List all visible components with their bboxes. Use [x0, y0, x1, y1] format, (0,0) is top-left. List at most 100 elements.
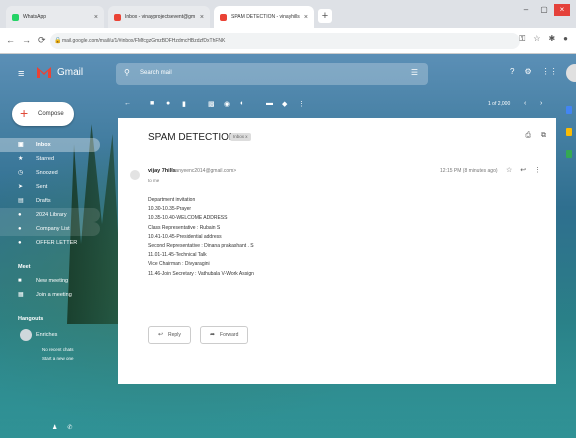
maximize-button[interactable]: ▢ [536, 4, 552, 16]
tab-label: Inbox - vinayprojectsevent@gm [125, 14, 196, 20]
keyboard-icon: ▦ [18, 292, 24, 298]
browser-tab-spam-detection[interactable]: SPAM DETECTION - vinayhills × [214, 6, 314, 28]
close-tab-icon[interactable]: × [94, 14, 98, 21]
more-options-icon[interactable]: ⋮ [534, 166, 541, 174]
search-input[interactable]: ⚲ Search mail ☰ [116, 63, 428, 85]
person-icon[interactable]: ♟ [52, 424, 57, 431]
message-toolbar: ← ■ ● ▮ ▩ ◉ ◐ ▬ ◆ ⋮ 1 of 2,000 ‹ › [116, 98, 556, 114]
start-new-chat-link[interactable]: Start a new one [0, 355, 110, 362]
key-icon[interactable]: ⚿ [519, 34, 525, 44]
star-icon[interactable]: ☆ [506, 166, 512, 174]
more-icon[interactable]: ⋮ [298, 100, 305, 108]
close-tab-icon[interactable]: × [200, 14, 204, 21]
reply-button[interactable]: ↩ Reply [148, 326, 191, 344]
new-tab-button[interactable]: + [318, 9, 332, 23]
inbox-label-chip[interactable]: Inbox x [230, 133, 251, 141]
sidebar-item-label: Company List [36, 226, 70, 232]
plus-icon: + [20, 105, 29, 121]
forward-icon: ➦ [210, 332, 216, 338]
header-actions: ? ⚙ ⋮⋮ [510, 67, 558, 76]
inbox-icon: ▣ [18, 142, 24, 148]
close-window-button[interactable]: × [554, 4, 570, 16]
sidebar-item-snoozed[interactable]: ◷ Snoozed [0, 166, 100, 180]
sidebar-item-inbox[interactable]: ▣ Inbox [0, 138, 100, 152]
browser-tab-strip: WhatsApp × Inbox - vinayprojectsevent@gm… [0, 0, 576, 28]
reload-icon[interactable]: ⟳ [38, 35, 46, 46]
labels-icon[interactable]: ◆ [282, 100, 287, 108]
keep-icon[interactable] [566, 128, 572, 136]
tab-label: WhatsApp [23, 14, 47, 20]
message-body: Department invitation 10.30-10.35-Prayer… [148, 196, 254, 279]
reply-icon[interactable]: ↩ [520, 166, 526, 174]
hangouts-user[interactable]: Enriches [0, 326, 110, 344]
sidebar-item-label: Drafts [36, 198, 51, 204]
forward-button[interactable]: ➦ Forward [200, 326, 249, 344]
sidebar-item-2024-library[interactable]: ● 2024 Library [0, 208, 100, 222]
apps-grid-icon[interactable]: ⋮⋮ [542, 67, 558, 76]
add-to-tasks-icon[interactable]: ◐ [240, 100, 244, 107]
side-panel-rail [566, 106, 576, 172]
sidebar-item-company-list[interactable]: ● Company List [0, 222, 100, 236]
move-to-icon[interactable]: ▬ [266, 100, 273, 107]
search-icon[interactable]: ⚲ [124, 68, 130, 77]
draft-icon: ▤ [18, 198, 24, 204]
search-options-icon[interactable]: ☰ [411, 68, 418, 77]
send-icon: ➤ [18, 184, 24, 190]
forward-label: Forward [220, 332, 239, 338]
compose-button[interactable]: + Compose [12, 102, 74, 126]
sidebar-item-label: Sent [36, 184, 48, 190]
extensions-icon[interactable]: ✱ [548, 34, 555, 44]
newer-icon[interactable]: ‹ [524, 100, 526, 107]
minimize-button[interactable]: – [518, 4, 534, 16]
settings-gear-icon[interactable]: ⚙ [524, 67, 531, 76]
report-spam-icon[interactable]: ● [166, 100, 170, 107]
calendar-icon[interactable] [566, 106, 572, 114]
back-icon[interactable]: ← [6, 35, 15, 46]
message-actions: ☆ ↩ ⋮ [506, 166, 541, 174]
older-icon[interactable]: › [540, 100, 542, 107]
gmail-logo-icon [37, 67, 51, 78]
label-icon: ● [18, 240, 22, 246]
archive-icon[interactable]: ■ [150, 100, 154, 107]
delete-icon[interactable]: ▮ [182, 100, 186, 108]
lock-icon: 🔒 [54, 38, 62, 44]
url-text: mail.google.com/mail/u/1/#inbox/FMfcgzGm… [62, 38, 226, 44]
close-tab-icon[interactable]: × [304, 14, 308, 21]
url-field[interactable]: 🔒 mail.google.com/mail/u/1/#inbox/FMfcgz… [50, 33, 520, 49]
bookmark-star-icon[interactable]: ☆ [533, 34, 540, 44]
message-timestamp: 12:15 PM (8 minutes ago) [440, 168, 498, 174]
forward-icon[interactable]: → [22, 35, 31, 46]
sidebar-item-label: 2024 Library [36, 212, 67, 218]
browser-tab-whatsapp[interactable]: WhatsApp × [6, 6, 104, 28]
recipient-details[interactable]: to me [148, 178, 159, 183]
help-icon[interactable]: ? [510, 67, 514, 76]
body-line: 11.46-Join Secretary : Vathubala V-Work … [148, 270, 254, 277]
new-meeting-item[interactable]: ■ New meeting [0, 274, 100, 288]
print-icon[interactable]: ⎙ [525, 132, 531, 140]
video-icon: ■ [18, 278, 22, 284]
gmail-app: ≡ Gmail ⚲ Search mail ☰ ? ⚙ ⋮⋮ + Compose… [0, 54, 576, 438]
whatsapp-icon [12, 13, 19, 21]
snooze-icon[interactable]: ◉ [224, 100, 230, 108]
mark-unread-icon[interactable]: ▩ [208, 100, 215, 108]
sidebar-item-drafts[interactable]: ▤ Drafts [0, 194, 100, 208]
search-placeholder: Search mail [140, 70, 172, 76]
back-to-inbox-icon[interactable]: ← [124, 100, 131, 107]
label-icon: ● [18, 212, 22, 218]
sidebar-item-starred[interactable]: ★ Starred [0, 152, 100, 166]
sidebar-item-offer-letter[interactable]: ● OFFER LETTER [0, 236, 100, 250]
hangouts-section-title: Hangouts [18, 316, 44, 322]
join-meeting-item[interactable]: ▦ Join a meeting [0, 288, 100, 302]
browser-tab-inbox[interactable]: Inbox - vinayprojectsevent@gm × [108, 6, 210, 28]
avatar [20, 329, 32, 341]
sidebar-item-sent[interactable]: ➤ Sent [0, 180, 100, 194]
account-avatar[interactable] [566, 64, 576, 82]
gmail-icon [114, 13, 121, 21]
address-bar-row: ← → ⟳ 🔒 mail.google.com/mail/u/1/#inbox/… [0, 28, 576, 54]
open-new-window-icon[interactable]: ⧉ [541, 132, 546, 140]
body-line: 10.30-10.35-Prayer [148, 206, 192, 213]
profile-icon[interactable]: ● [563, 34, 568, 44]
main-menu-icon[interactable]: ≡ [18, 68, 24, 80]
tasks-icon[interactable] [566, 150, 572, 158]
phone-icon[interactable]: ✆ [67, 424, 72, 431]
